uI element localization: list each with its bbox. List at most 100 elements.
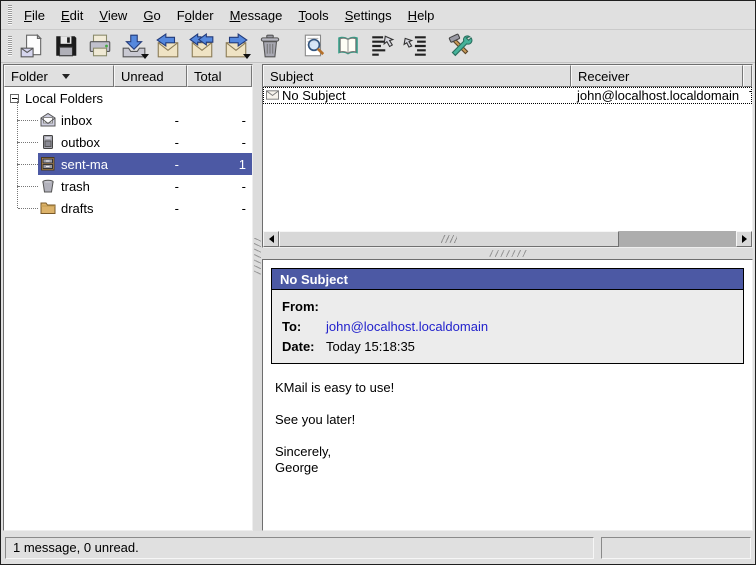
folder-label: inbox: [61, 113, 92, 128]
message-rows: No Subject john@localhost.localdomainToda…: [263, 87, 752, 231]
from-row: From:: [272, 296, 743, 316]
message-list-hscrollbar[interactable]: [263, 231, 752, 247]
forward-button[interactable]: [220, 31, 252, 61]
menu-tools[interactable]: Tools: [290, 4, 336, 27]
right-column: Subject Receiver Date No Subject john@loc…: [262, 64, 753, 531]
folder-column-header[interactable]: Folder: [4, 65, 114, 87]
message-header-fields: From: To: john@localhost.localdomain Dat…: [272, 290, 743, 356]
dropdown-arrow-icon: [141, 54, 149, 59]
print-button[interactable]: [84, 31, 116, 61]
folder-unread-count: -: [114, 135, 179, 150]
menubar: FileEditViewGoFolderMessageToolsSettings…: [1, 1, 755, 29]
menu-settings[interactable]: Settings: [337, 4, 400, 27]
find-messages-button[interactable]: [298, 31, 330, 61]
body-paragraph: See you later!: [275, 412, 752, 428]
date-value: Today 15:18:35: [326, 339, 415, 354]
toolbar-grip-handle[interactable]: [8, 36, 12, 56]
next-unread-button[interactable]: [400, 31, 432, 61]
folder-total-count: -: [187, 113, 246, 128]
body-line: KMail is easy to use!: [275, 380, 752, 396]
body-line: Sincerely,: [275, 444, 752, 460]
status-message-panel: 1 message, 0 unread.: [5, 537, 594, 559]
toolbar: [1, 29, 755, 63]
subject-column-header[interactable]: Subject: [263, 65, 571, 87]
scroll-left-button[interactable]: [263, 231, 279, 247]
to-address-link[interactable]: john@localhost.localdomain: [326, 319, 488, 334]
date-label: Date:: [282, 339, 326, 354]
reply-all-button[interactable]: [186, 31, 218, 61]
message-body: KMail is easy to use! See you later! Since…: [263, 364, 752, 476]
reply-all-icon: [189, 33, 215, 59]
menu-view[interactable]: View: [91, 4, 135, 27]
folder-row-sent-ma[interactable]: sent-ma-1: [4, 153, 252, 175]
folder-label: sent-ma: [61, 157, 108, 172]
body-line: See you later!: [275, 412, 752, 428]
date-column-header[interactable]: Date: [743, 65, 752, 87]
inbox-icon: [40, 112, 56, 128]
find-messages-icon: [301, 33, 327, 59]
folder-total-count: -: [187, 135, 246, 150]
menubar-grip-handle[interactable]: [8, 5, 12, 25]
message-row[interactable]: No Subject john@localhost.localdomainToda…: [263, 87, 752, 104]
folder-row-inbox[interactable]: inbox--: [4, 109, 252, 131]
check-mail-button[interactable]: [118, 31, 150, 61]
reply-icon: [155, 33, 181, 59]
tools-button[interactable]: [444, 31, 476, 61]
vertical-splitter[interactable]: [253, 64, 262, 531]
prev-unread-button[interactable]: [366, 31, 398, 61]
splitter-grip-icon: [254, 238, 261, 276]
folder-list-header: Folder Unread Total: [4, 65, 252, 87]
thumb-grip-icon: [441, 235, 457, 243]
main-area: Folder Unread Total Local Foldersinbox--…: [1, 63, 755, 531]
trash-button[interactable]: [254, 31, 286, 61]
message-reader-pane: No Subject From: To: john@localhost.loca…: [262, 259, 753, 531]
hscrollbar-track[interactable]: [619, 231, 736, 247]
folder-label: outbox: [61, 135, 100, 150]
address-book-button[interactable]: [332, 31, 364, 61]
folder-unread-count: -: [114, 157, 179, 172]
body-line: George: [275, 460, 752, 476]
message-subject-cell: No Subject: [263, 88, 571, 103]
sort-descending-icon: [62, 74, 70, 79]
menu-file[interactable]: File: [16, 4, 53, 27]
folder-row-trash[interactable]: trash--: [4, 175, 252, 197]
save-button[interactable]: [50, 31, 82, 61]
reply-button[interactable]: [152, 31, 184, 61]
menu-help[interactable]: Help: [400, 4, 443, 27]
folder-row-drafts[interactable]: drafts--: [4, 197, 252, 219]
splitter-grip-icon: [488, 250, 528, 257]
arrow-right-icon: [742, 235, 747, 243]
outbox-icon: [40, 134, 56, 150]
new-message-icon: [19, 33, 45, 59]
menu-edit[interactable]: Edit: [53, 4, 91, 27]
folder-row-outbox[interactable]: outbox--: [4, 131, 252, 153]
hscrollbar-thumb[interactable]: [279, 231, 619, 247]
receiver-column-header[interactable]: Receiver: [571, 65, 743, 87]
message-subject-text: No Subject: [282, 88, 346, 103]
folder-unread-count: -: [114, 179, 179, 194]
print-icon: [87, 33, 113, 59]
horizontal-splitter[interactable]: [262, 248, 753, 259]
next-unread-icon: [403, 33, 429, 59]
unread-column-header[interactable]: Unread: [114, 65, 187, 87]
folder-row-local-folders[interactable]: Local Folders: [4, 87, 252, 109]
menu-go[interactable]: Go: [135, 4, 168, 27]
folder-total-count: -: [187, 179, 246, 194]
total-column-header[interactable]: Total: [187, 65, 252, 87]
menu-folder[interactable]: Folder: [169, 4, 222, 27]
message-header-box: No Subject From: To: john@localhost.loca…: [271, 268, 744, 364]
tools-icon: [447, 33, 473, 59]
sent-mail-icon: [40, 156, 56, 172]
save-icon: [53, 33, 79, 59]
message-receiver-cell: john@localhost.localdomain: [571, 88, 743, 103]
date-column-label: Date: [750, 69, 752, 84]
menu-message[interactable]: Message: [222, 4, 291, 27]
folder-label: Local Folders: [25, 91, 103, 106]
subject-column-label: Subject: [270, 69, 313, 84]
folder-tree: Local Foldersinbox--outbox--sent-ma-1tra…: [4, 87, 252, 530]
new-message-button[interactable]: [16, 31, 48, 61]
message-date-cell: Today 15:18:35: [743, 88, 752, 103]
folder-pane: Folder Unread Total Local Foldersinbox--…: [3, 64, 253, 531]
menubar-items: FileEditViewGoFolderMessageToolsSettings…: [16, 4, 442, 27]
scroll-right-button[interactable]: [736, 231, 752, 247]
